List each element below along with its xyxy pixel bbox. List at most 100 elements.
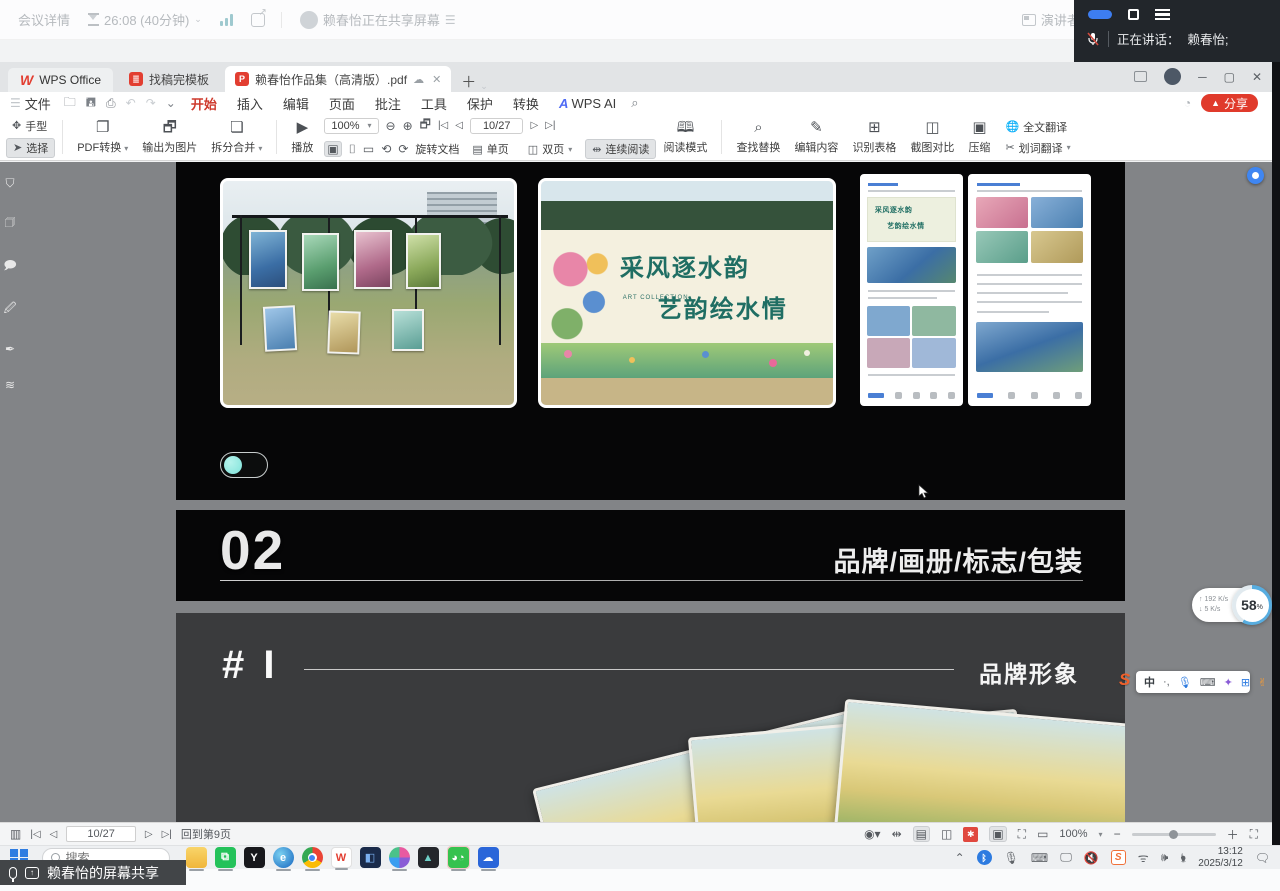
tab-portfolio-pdf[interactable]: P 赖春怡作品集（高清版）.pdf ☁ ✕ <box>225 66 451 92</box>
net-speed-widget[interactable]: ↑ 192 K/s ↓ 5 K/s 58% <box>1192 588 1268 622</box>
tray-display-icon[interactable]: 🖵 <box>1060 850 1072 865</box>
contents-icon[interactable]: ▥ <box>10 827 21 841</box>
restore-icon[interactable]: ▢ <box>1224 70 1235 84</box>
zoom-in-icon[interactable]: ⊕ <box>403 119 413 133</box>
attachment-icon[interactable]: 🖉 <box>4 299 17 320</box>
thumbnails-icon[interactable]: 🗇 <box>4 213 15 234</box>
ime-punctuation-icon[interactable]: ·, <box>1163 676 1170 688</box>
account-avatar[interactable] <box>1164 68 1181 85</box>
close-tab-icon[interactable]: ✕ <box>432 73 441 86</box>
zoom-chevron-icon[interactable]: ▾ <box>1099 830 1103 839</box>
open-folder-icon[interactable]: 🗀 <box>64 93 76 114</box>
maximize-icon[interactable] <box>1128 9 1139 20</box>
volume-icon[interactable]: 🕪 <box>1161 850 1169 865</box>
ime-toolbox-icon[interactable]: ⊞ <box>1241 676 1250 689</box>
layers-icon[interactable]: ≋ <box>5 378 15 392</box>
table-recognize-button[interactable]: ⊞识别表格 <box>845 119 903 155</box>
dark-app-icon[interactable]: Y <box>244 847 265 868</box>
ime-skin-icon[interactable]: ✦ <box>1224 676 1233 689</box>
double-page-button[interactable]: ◫双页▾ <box>522 140 578 158</box>
tray-expand-icon[interactable]: ⌃ <box>955 851 965 865</box>
hand-tool-button[interactable]: ✥手型 <box>6 117 55 135</box>
hand-mode-icon[interactable]: ⇹ <box>892 827 902 841</box>
zoom-slider[interactable] <box>1132 833 1216 836</box>
chrome-icon[interactable] <box>302 847 323 868</box>
net-percent-ring[interactable]: 58% <box>1232 585 1272 625</box>
colorful-app-icon[interactable] <box>389 847 410 868</box>
minimize-icon[interactable]: ─ <box>1198 70 1207 84</box>
new-tab-button[interactable]: ＋ <box>461 71 476 92</box>
page-number-box[interactable]: 10/27 <box>470 118 524 134</box>
fit-page-icon[interactable]: 🗗 <box>420 115 431 136</box>
actual-size-icon[interactable]: ▭ <box>363 142 374 156</box>
split-merge-button[interactable]: ❏拆分合并 ▾ <box>204 119 269 155</box>
print-icon[interactable]: ⎙ <box>106 96 116 111</box>
netdisk-icon[interactable]: ☁ <box>478 847 499 868</box>
file-explorer-icon[interactable] <box>186 847 207 868</box>
minimize-pill-icon[interactable] <box>1088 10 1112 19</box>
network-quality-indicator[interactable] <box>220 14 233 26</box>
status-prev-page[interactable]: ◁ <box>50 829 58 840</box>
status-first-page[interactable]: |◁ <box>30 829 40 840</box>
meeting-duration[interactable]: 26:08 (40分钟) ⌄ <box>88 10 202 29</box>
workspace-icon[interactable] <box>1134 71 1147 82</box>
screen-share-toast[interactable]: ↑ 赖春怡的屏幕共享 <box>0 860 186 885</box>
rotate-left-icon[interactable]: ⟲ <box>381 142 391 156</box>
double-page-view-icon[interactable]: ◫ <box>941 827 952 841</box>
tray-clock[interactable]: 13:12 2025/3/12 <box>1198 846 1243 869</box>
fit-width-status-icon[interactable]: ⛶ <box>1018 827 1026 842</box>
navy-app-icon[interactable]: ◧ <box>360 847 381 868</box>
prev-page-button[interactable]: ◁ <box>455 120 463 131</box>
actual-size-status-icon[interactable]: ▭ <box>1037 827 1048 841</box>
word-translate-button[interactable]: ✂划词翻译▾ <box>999 139 1076 157</box>
view-eye-icon[interactable]: ◉▾ <box>864 827 881 841</box>
quick-access-chevron-icon[interactable]: ⌄ <box>166 96 176 110</box>
signature-icon[interactable]: ✒ <box>5 342 15 356</box>
zoom-out-icon[interactable]: ⊖ <box>386 119 396 133</box>
tab-list-chevron-icon[interactable]: ⌄ <box>480 81 488 92</box>
menu-annotate[interactable]: 批注 <box>375 94 401 113</box>
tray-speaker-muted-icon[interactable]: 🔇 <box>1084 851 1099 865</box>
zoom-slider-thumb[interactable] <box>1169 830 1178 839</box>
wps-taskbar-icon[interactable]: W <box>331 847 352 868</box>
green-app-icon[interactable]: ⧉ <box>215 847 236 868</box>
status-next-page[interactable]: ▷ <box>145 829 153 840</box>
play-button[interactable]: ▶播放 <box>284 119 320 155</box>
menu-edit[interactable]: 编辑 <box>283 94 309 113</box>
zoom-minus-icon[interactable]: − <box>1114 827 1121 841</box>
open-external-button[interactable] <box>251 13 265 27</box>
list-icon[interactable]: ☰ <box>445 13 455 27</box>
meeting-details-button[interactable]: 会议详情 <box>18 10 70 29</box>
share-button[interactable]: ▲分享 <box>1201 94 1258 112</box>
screenshot-compare-button[interactable]: ◫截图对比 <box>903 119 961 155</box>
ime-emoji-icon[interactable]: ✌ <box>1258 676 1267 689</box>
ime-toolbar[interactable]: S 中 ·, 🎙 ⌨ ✦ ⊞ ✌ <box>1136 671 1250 693</box>
wps-home-tab[interactable]: W WPS Office <box>8 68 113 92</box>
next-page-button[interactable]: ▷ <box>530 120 538 131</box>
zoom-select[interactable]: 100%▾ <box>324 118 378 134</box>
menu-tools[interactable]: 工具 <box>421 94 447 113</box>
notification-icon[interactable]: 🗨 <box>1255 851 1270 865</box>
file-menu[interactable]: ☰ 文件 <box>10 94 51 113</box>
fit-window-icon[interactable]: ▣ <box>324 141 341 157</box>
battery-icon[interactable]: 🖢 <box>1180 850 1186 865</box>
single-page-view-icon[interactable]: ▤ <box>913 826 930 842</box>
status-last-page[interactable]: ▷| <box>162 829 172 840</box>
save-icon[interactable]: 🖪 <box>86 93 96 114</box>
redo-icon[interactable]: ↷ <box>146 96 156 110</box>
fit-window-status-icon[interactable]: ▣ <box>989 826 1006 842</box>
full-translate-button[interactable]: 🌐全文翻译 <box>999 118 1076 136</box>
last-page-button[interactable]: ▷| <box>545 120 555 131</box>
menu-protect[interactable]: 保护 <box>467 94 493 113</box>
fit-width-icon[interactable]: ⌷ <box>349 142 356 157</box>
sogou-tray-icon[interactable]: S <box>1111 850 1126 865</box>
sogou-logo-icon[interactable]: S <box>1119 670 1130 690</box>
ime-keyboard-icon[interactable]: ⌨ <box>1200 676 1216 689</box>
back-to-page-link[interactable]: 回到第9页 <box>181 826 231 842</box>
menu-insert[interactable]: 插入 <box>237 94 263 113</box>
close-icon[interactable]: ✕ <box>1252 70 1262 84</box>
tray-mic-icon[interactable]: 🎙 <box>1004 851 1019 865</box>
bluetooth-icon[interactable]: ᛒ <box>977 850 992 865</box>
bookmark-icon[interactable]: ⛉ <box>5 176 14 191</box>
fullscreen-icon[interactable]: ⛶ <box>1250 827 1258 842</box>
